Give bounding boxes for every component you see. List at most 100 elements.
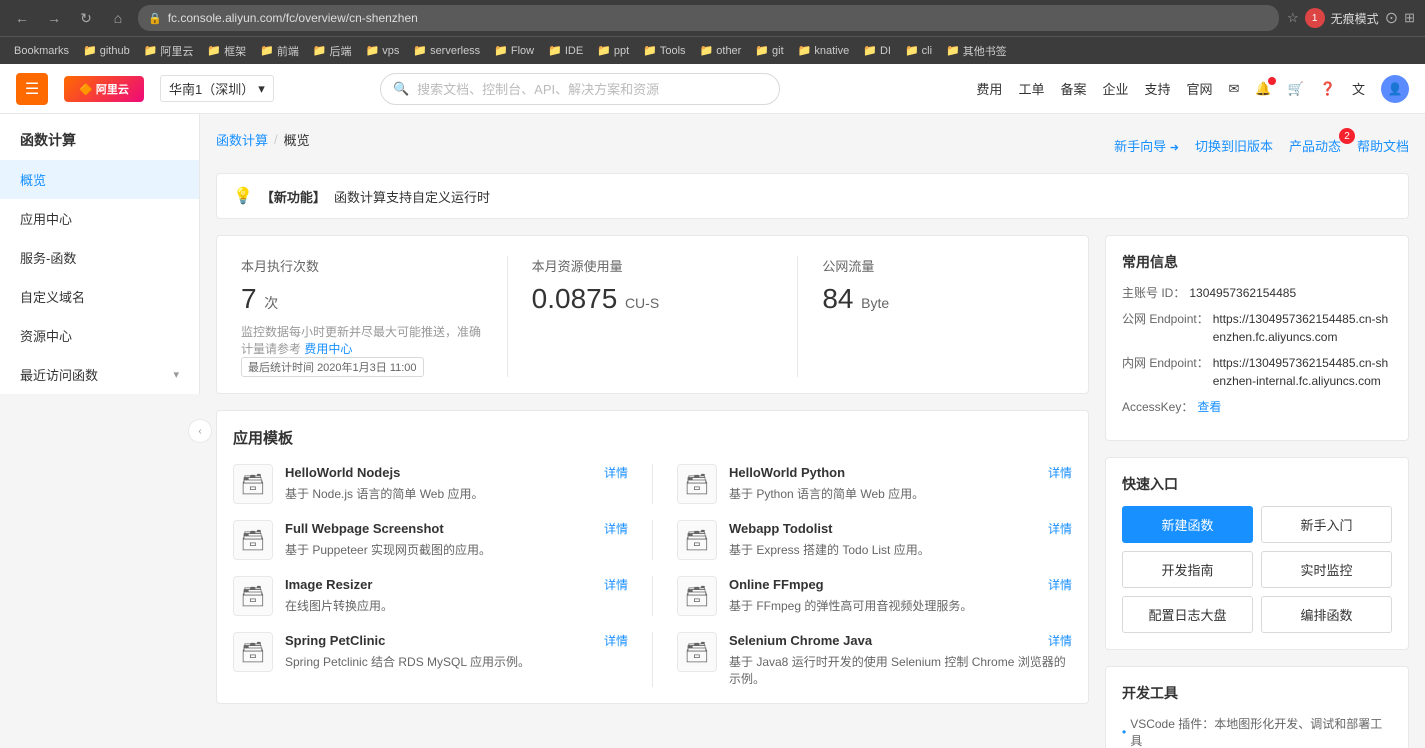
template-link-3[interactable]: 详情 bbox=[1048, 520, 1072, 537]
sidebar-item-app-center[interactable]: 应用中心 bbox=[0, 199, 199, 238]
template-header-4: Image Resizer 详情 bbox=[285, 576, 628, 593]
bookmark-frontend[interactable]: 📁 前端 bbox=[254, 41, 305, 61]
bookmark-framework[interactable]: 📁 框架 bbox=[201, 41, 252, 61]
bookmark-ppt[interactable]: 📁 ppt bbox=[591, 42, 635, 59]
bookmark-other[interactable]: 📁 other bbox=[694, 42, 748, 59]
template-header-6: Spring PetClinic 详情 bbox=[285, 632, 628, 649]
sidebar-item-recent-functions[interactable]: 最近访问函数 ▾ bbox=[0, 355, 199, 394]
template-header-7: Selenium Chrome Java 详情 bbox=[729, 632, 1072, 649]
profile-button[interactable]: 1 bbox=[1305, 8, 1325, 28]
new-user-guide-link[interactable]: 新手向导 ➜ bbox=[1114, 136, 1179, 155]
template-link-2[interactable]: 详情 bbox=[604, 520, 628, 537]
help-docs-link[interactable]: 帮助文档 bbox=[1357, 136, 1409, 155]
header-actions: 费用 工单 备案 企业 支持 官网 ✉ 🔔 🛒 ❓ 文 👤 bbox=[976, 75, 1409, 103]
home-button[interactable]: ⌂ bbox=[106, 6, 130, 30]
avatar[interactable]: 👤 bbox=[1381, 75, 1409, 103]
template-desc-7: 基于 Java8 运行时开发的使用 Selenium 控制 Chrome 浏览器… bbox=[729, 653, 1072, 687]
sidebar-item-custom-domain[interactable]: 自定义域名 bbox=[0, 277, 199, 316]
bookmark-ide[interactable]: 📁 IDE bbox=[542, 42, 589, 59]
new-function-button[interactable]: 新建函数 bbox=[1122, 506, 1253, 543]
folder-icon: 📁 bbox=[548, 44, 562, 57]
bookmark-git[interactable]: 📁 git bbox=[749, 42, 789, 59]
bookmark-di[interactable]: 📁 DI bbox=[857, 42, 897, 59]
internal-endpoint-value: https://1304957362154485.cn-shenzhen-int… bbox=[1213, 354, 1392, 390]
breadcrumb-link-fc[interactable]: 函数计算 bbox=[216, 130, 268, 149]
sidebar-item-service-function[interactable]: 服务-函数 bbox=[0, 238, 199, 277]
menu-button[interactable]: ☰ bbox=[16, 73, 48, 105]
cart-icon[interactable]: 🛒 bbox=[1288, 81, 1304, 97]
bookmark-bookmarks[interactable]: Bookmarks bbox=[8, 43, 75, 59]
edit-function-button[interactable]: 编排函数 bbox=[1261, 596, 1392, 633]
bell-icon[interactable]: 🔔 bbox=[1255, 81, 1271, 97]
bookmark-vps[interactable]: 📁 vps bbox=[360, 42, 406, 59]
bookmark-knative[interactable]: 📁 knative bbox=[792, 42, 856, 59]
stat-execution-count: 本月执行次数 7 次 监控数据每小时更新并尽最大可能推送，准确计量请参考 费用中… bbox=[241, 256, 483, 377]
stat-network: 公网流量 84 Byte bbox=[822, 256, 1064, 377]
template-link-1[interactable]: 详情 bbox=[1048, 464, 1072, 481]
forward-button[interactable]: → bbox=[42, 6, 66, 30]
bookmark-cli[interactable]: 📁 cli bbox=[899, 42, 938, 59]
folder-icon: 📁 bbox=[83, 44, 97, 57]
mail-icon[interactable]: ✉ bbox=[1229, 81, 1240, 97]
bookmark-other-books[interactable]: 📁 其他书签 bbox=[940, 41, 1013, 61]
access-key-link[interactable]: 查看 bbox=[1197, 398, 1221, 416]
template-link-7[interactable]: 详情 bbox=[1048, 632, 1072, 649]
address-bar[interactable]: 🔒 fc.console.aliyun.com/fc/overview/cn-s… bbox=[138, 5, 1279, 31]
app-container: ☰ 🔶 阿里云 华南1（深圳） ▾ 🔍 搜索文档、控制台、API、解决方案和资源… bbox=[0, 64, 1425, 748]
refresh-button[interactable]: ↻ bbox=[74, 6, 98, 30]
product-news-link[interactable]: 产品动态 2 bbox=[1289, 136, 1341, 155]
sidebar: 函数计算 概览 应用中心 服务-函数 自定义域名 资源中心 最近访问函数 bbox=[0, 114, 200, 394]
header-enterprise[interactable]: 企业 bbox=[1102, 79, 1128, 98]
bookmark-star[interactable]: ☆ bbox=[1287, 10, 1299, 26]
stat-divider-2 bbox=[797, 256, 798, 377]
quick-access-title: 快速入口 bbox=[1122, 474, 1392, 494]
template-name-3: Webapp Todolist bbox=[729, 521, 833, 536]
templates-section-title: 应用模板 bbox=[233, 427, 1072, 448]
template-link-4[interactable]: 详情 bbox=[604, 576, 628, 593]
bookmark-backend[interactable]: 📁 后端 bbox=[307, 41, 358, 61]
bookmark-aliyun[interactable]: 📁 阿里云 bbox=[138, 41, 200, 61]
header-fees[interactable]: 费用 bbox=[976, 79, 1002, 98]
logo-area: 🔶 阿里云 bbox=[64, 76, 144, 102]
bookmark-serverless[interactable]: 📁 serverless bbox=[407, 42, 486, 59]
new-user-guide-button[interactable]: 新手入门 bbox=[1261, 506, 1392, 543]
back-button[interactable]: ← bbox=[10, 6, 34, 30]
dev-guide-button[interactable]: 开发指南 bbox=[1122, 551, 1253, 588]
realtime-monitor-button[interactable]: 实时监控 bbox=[1261, 551, 1392, 588]
template-link-0[interactable]: 详情 bbox=[604, 464, 628, 481]
sidebar-wrapper: 函数计算 概览 应用中心 服务-函数 自定义域名 资源中心 最近访问函数 bbox=[0, 114, 200, 748]
template-link-6[interactable]: 详情 bbox=[604, 632, 628, 649]
bookmark-github[interactable]: 📁 github bbox=[77, 42, 136, 59]
font-icon[interactable]: 文 bbox=[1352, 79, 1365, 98]
region-text: 华南1（深圳） bbox=[169, 79, 254, 98]
sidebar-collapse-button[interactable]: ‹ bbox=[188, 419, 212, 443]
config-log-button[interactable]: 配置日志大盘 bbox=[1122, 596, 1253, 633]
lightbulb-icon: 💡 bbox=[233, 186, 253, 206]
search-bar[interactable]: 🔍 搜索文档、控制台、API、解决方案和资源 bbox=[380, 73, 780, 105]
header-ticket[interactable]: 工单 bbox=[1018, 79, 1044, 98]
template-info-3: Webapp Todolist 详情 基于 Express 搭建的 Todo L… bbox=[729, 520, 1072, 558]
header-record[interactable]: 备案 bbox=[1060, 79, 1086, 98]
header-support[interactable]: 支持 bbox=[1144, 79, 1170, 98]
sidebar-item-overview[interactable]: 概览 bbox=[0, 160, 199, 199]
switch-old-link[interactable]: 切换到旧版本 bbox=[1195, 136, 1273, 155]
template-header-2: Full Webpage Screenshot 详情 bbox=[285, 520, 628, 537]
main-area: 本月执行次数 7 次 监控数据每小时更新并尽最大可能推送，准确计量请参考 费用中… bbox=[216, 235, 1089, 748]
header-official[interactable]: 官网 bbox=[1187, 79, 1213, 98]
avatar-icon[interactable]: ⊙ bbox=[1385, 8, 1398, 28]
fee-center-link[interactable]: 费用中心 bbox=[304, 342, 352, 356]
dev-tool-label-0: VSCode 插件：本地图形化开发、调试和部署工具 bbox=[1130, 715, 1392, 748]
extension-icon[interactable]: ⊞ bbox=[1404, 10, 1415, 26]
sidebar-item-resource-center[interactable]: 资源中心 bbox=[0, 316, 199, 355]
template-link-5[interactable]: 详情 bbox=[1048, 576, 1072, 593]
stat-execution-value-row: 7 次 bbox=[241, 283, 483, 315]
template-header-0: HelloWorld Nodejs 详情 bbox=[285, 464, 628, 481]
folder-icon: 📁 bbox=[700, 44, 714, 57]
bookmark-tools[interactable]: 📁 Tools bbox=[637, 42, 691, 59]
url-text: fc.console.aliyun.com/fc/overview/cn-she… bbox=[168, 11, 418, 25]
question-icon[interactable]: ❓ bbox=[1320, 81, 1336, 97]
region-selector[interactable]: 华南1（深圳） ▾ bbox=[160, 75, 274, 102]
stat-resource-label: 本月资源使用量 bbox=[532, 256, 774, 275]
stat-network-unit: Byte bbox=[861, 295, 889, 311]
bookmark-flow[interactable]: 📁 Flow bbox=[488, 42, 540, 59]
